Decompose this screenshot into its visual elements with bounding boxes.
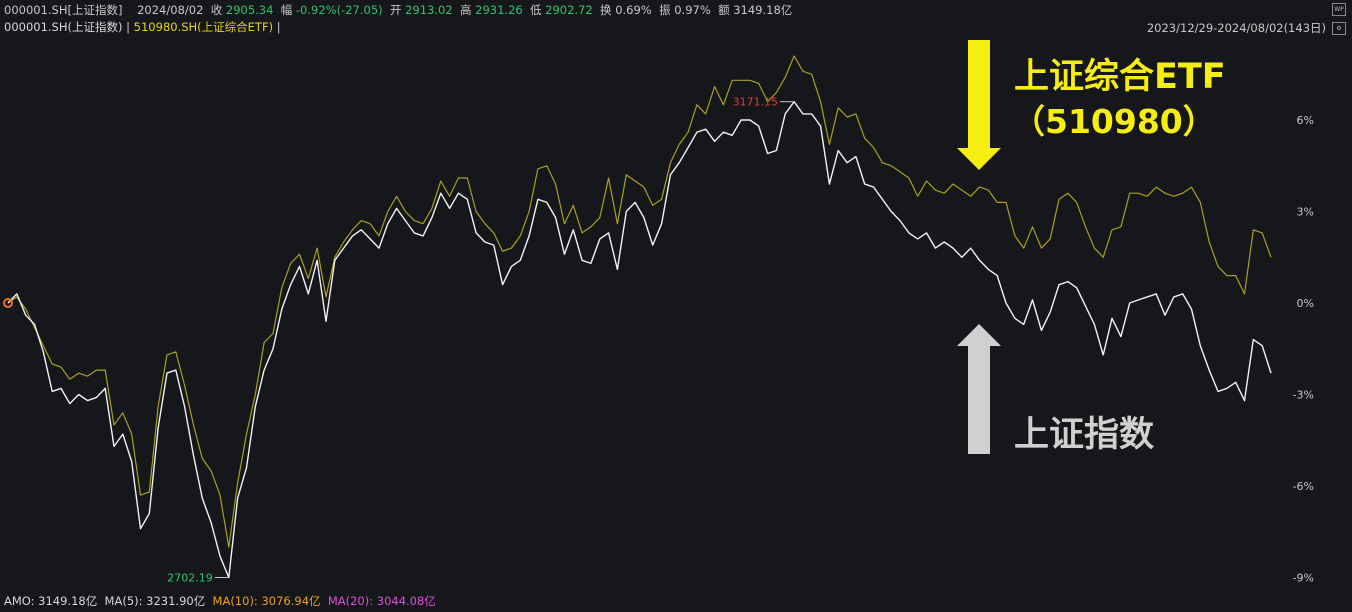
y-tick-label: -9% [1293,572,1314,585]
y-tick-label: 3% [1297,206,1314,219]
amo-value: AMO: 3149.18亿 [4,594,98,608]
etf-annotation-title: 上证综合ETF [1014,57,1226,97]
y-tick-label: 0% [1297,297,1314,310]
etf-down-arrow [957,40,1001,170]
extreme-markers: 3171.15 2702.19 [3,96,795,585]
y-tick-label: 6% [1297,114,1314,127]
y-tick-label: -3% [1293,389,1314,402]
ma10-value: MA(10): 3076.94亿 [212,594,321,608]
y-axis: 6% 3% 0% -3% -6% -9% [1293,114,1314,585]
etf-annotation-code: （510980） [1012,102,1216,141]
min-value-label: 2702.19 [167,572,213,585]
ma20-value: MA(20): 3044.08亿 [327,594,436,608]
ma5-value: MA(5): 3231.90亿 [104,594,206,608]
y-tick-label: -6% [1293,480,1314,493]
index-up-arrow [957,324,1001,454]
index-annotation-title: 上证指数 [1014,415,1155,455]
volume-footer: AMO: 3149.18亿 MA(5): 3231.90亿 MA(10): 30… [4,593,436,609]
max-value-label: 3171.15 [733,96,779,109]
index-series-line [7,100,1272,579]
